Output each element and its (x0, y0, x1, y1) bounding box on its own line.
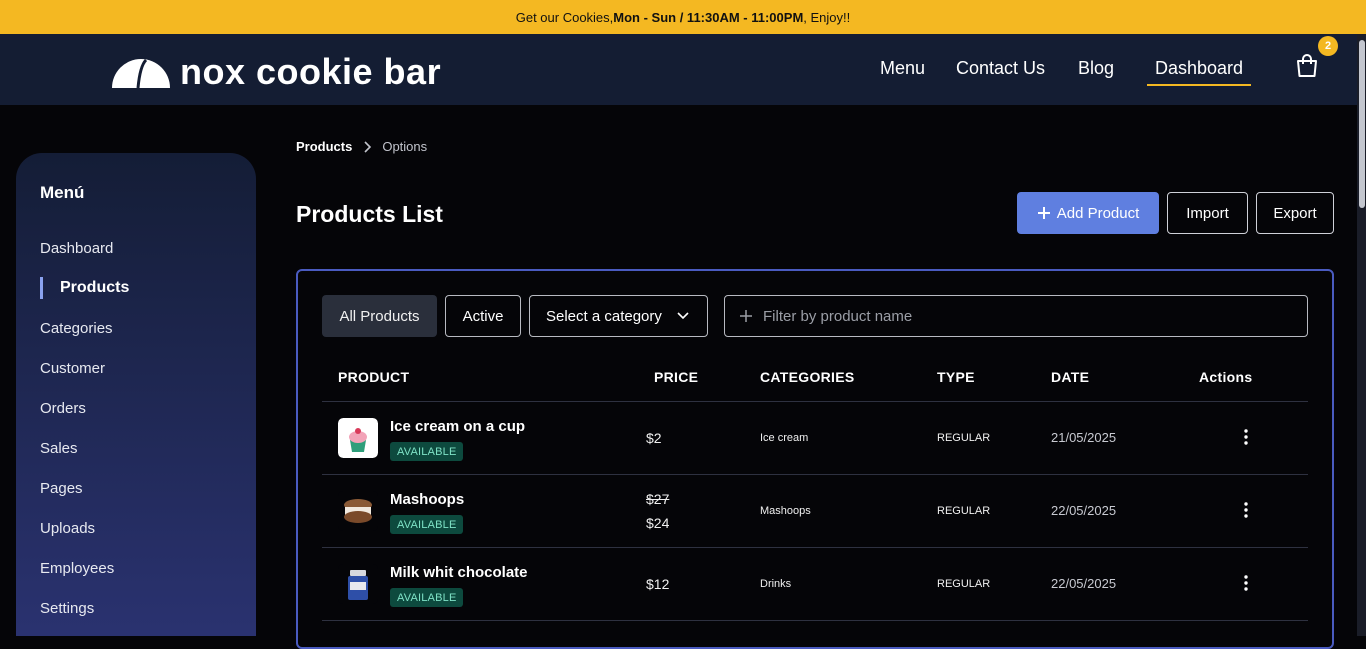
sidebar-item-settings[interactable]: Settings (40, 600, 94, 617)
sidebar-item-customer[interactable]: Customer (40, 360, 105, 377)
category-select-label: Select a category (546, 307, 662, 325)
product-date: 22/05/2025 (1051, 503, 1117, 518)
kebab-menu-icon[interactable] (1238, 427, 1254, 447)
product-date: 21/05/2025 (1051, 430, 1117, 445)
sidebar-item-sales[interactable]: Sales (40, 440, 78, 457)
nav-link-dashboard[interactable]: Dashboard (1147, 58, 1252, 86)
add-product-button[interactable]: Add Product (1017, 192, 1159, 234)
top-navbar: nox cookie bar Menu Contact Us Blog Dash… (0, 34, 1366, 105)
product-category: Ice cream (760, 432, 809, 444)
promo-prefix: Get our Cookies, (515, 9, 614, 25)
cart-count-badge: 2 (1318, 36, 1338, 56)
column-header-type[interactable]: TYPE (937, 369, 975, 385)
status-badge: AVAILABLE (390, 515, 464, 534)
product-type: REGULAR (937, 505, 991, 517)
product-name[interactable]: Ice cream on a cup (390, 418, 525, 435)
breadcrumb-products[interactable]: Products (296, 139, 352, 154)
add-product-label: Add Product (1056, 204, 1140, 222)
nav-link-blog[interactable]: Blog (1078, 58, 1114, 79)
column-header-actions: Actions (1199, 369, 1253, 385)
brand-logo[interactable]: nox cookie bar (112, 51, 441, 93)
product-category: Mashoops (760, 505, 811, 517)
sidebar-active-indicator (40, 277, 43, 299)
filter-active-tab[interactable]: Active (445, 295, 521, 337)
product-type: REGULAR (937, 578, 991, 590)
nav-link-menu[interactable]: Menu (880, 58, 925, 79)
export-button[interactable]: Export (1256, 192, 1334, 234)
breadcrumb: Products Options (296, 139, 427, 154)
status-badge: AVAILABLE (390, 442, 464, 461)
status-badge: AVAILABLE (390, 588, 464, 607)
sidebar-item-categories[interactable]: Categories (40, 320, 113, 337)
category-select[interactable]: Select a category (529, 295, 708, 337)
sidebar-item-dashboard[interactable]: Dashboard (40, 240, 113, 257)
plus-icon (1037, 207, 1050, 219)
logo-half-circle-icon (112, 58, 170, 88)
promo-hours: Mon - Sun / 11:30AM - 11:00PM (613, 9, 804, 25)
import-button[interactable]: Import (1167, 192, 1248, 234)
product-price: $24 (646, 515, 670, 531)
table-divider (322, 620, 1308, 621)
table-divider (322, 401, 1308, 402)
brand-name: nox cookie bar (180, 51, 442, 92)
nav-link-contact[interactable]: Contact Us (956, 58, 1045, 79)
chevron-right-icon (364, 140, 372, 153)
product-date: 22/05/2025 (1051, 576, 1117, 591)
product-name-filter-input[interactable]: Filter by product name (724, 295, 1308, 337)
product-image-ice-cream (338, 418, 378, 458)
product-category: Drinks (760, 578, 792, 590)
sidebar-item-uploads[interactable]: Uploads (40, 520, 95, 537)
product-price: $2 (646, 430, 662, 446)
product-name[interactable]: Mashoops (390, 491, 464, 508)
product-image-milk-chocolate (338, 564, 378, 604)
page-scrollbar-thumb[interactable] (1359, 40, 1365, 208)
sidebar-title: Menú (40, 183, 85, 202)
sidebar-item-products[interactable]: Products (60, 279, 129, 297)
product-image-mashoops (338, 491, 378, 531)
filter-all-products-tab[interactable]: All Products (322, 295, 437, 337)
kebab-menu-icon[interactable] (1238, 500, 1254, 520)
table-divider (322, 547, 1308, 548)
kebab-menu-icon[interactable] (1238, 573, 1254, 593)
sidebar-item-pages[interactable]: Pages (40, 480, 83, 497)
product-name[interactable]: Milk whit chocolate (390, 564, 528, 581)
sidebar-item-employees[interactable]: Employees (40, 560, 114, 577)
product-price: $12 (646, 576, 670, 592)
product-type: REGULAR (937, 432, 991, 444)
sidebar: Menú Dashboard Products Categories Custo… (16, 153, 256, 636)
promo-banner: Get our Cookies, Mon - Sun / 11:30AM - 1… (0, 0, 1366, 34)
column-header-date[interactable]: DATE (1051, 369, 1089, 385)
column-header-price[interactable]: PRICE (654, 369, 698, 385)
page-title: Products List (296, 201, 443, 227)
search-placeholder: Filter by product name (763, 307, 913, 325)
table-divider (322, 474, 1308, 475)
sidebar-item-orders[interactable]: Orders (40, 400, 86, 417)
promo-suffix: , Enjoy!! (803, 9, 851, 25)
cart-icon[interactable] (1293, 52, 1321, 80)
column-header-product[interactable]: PRODUCT (338, 369, 409, 385)
product-original-price: $27 (646, 491, 670, 507)
column-header-categories[interactable]: CATEGORIES (760, 369, 855, 385)
chevron-down-icon (677, 312, 689, 320)
breadcrumb-options: Options (382, 139, 428, 154)
plus-icon (740, 310, 752, 322)
